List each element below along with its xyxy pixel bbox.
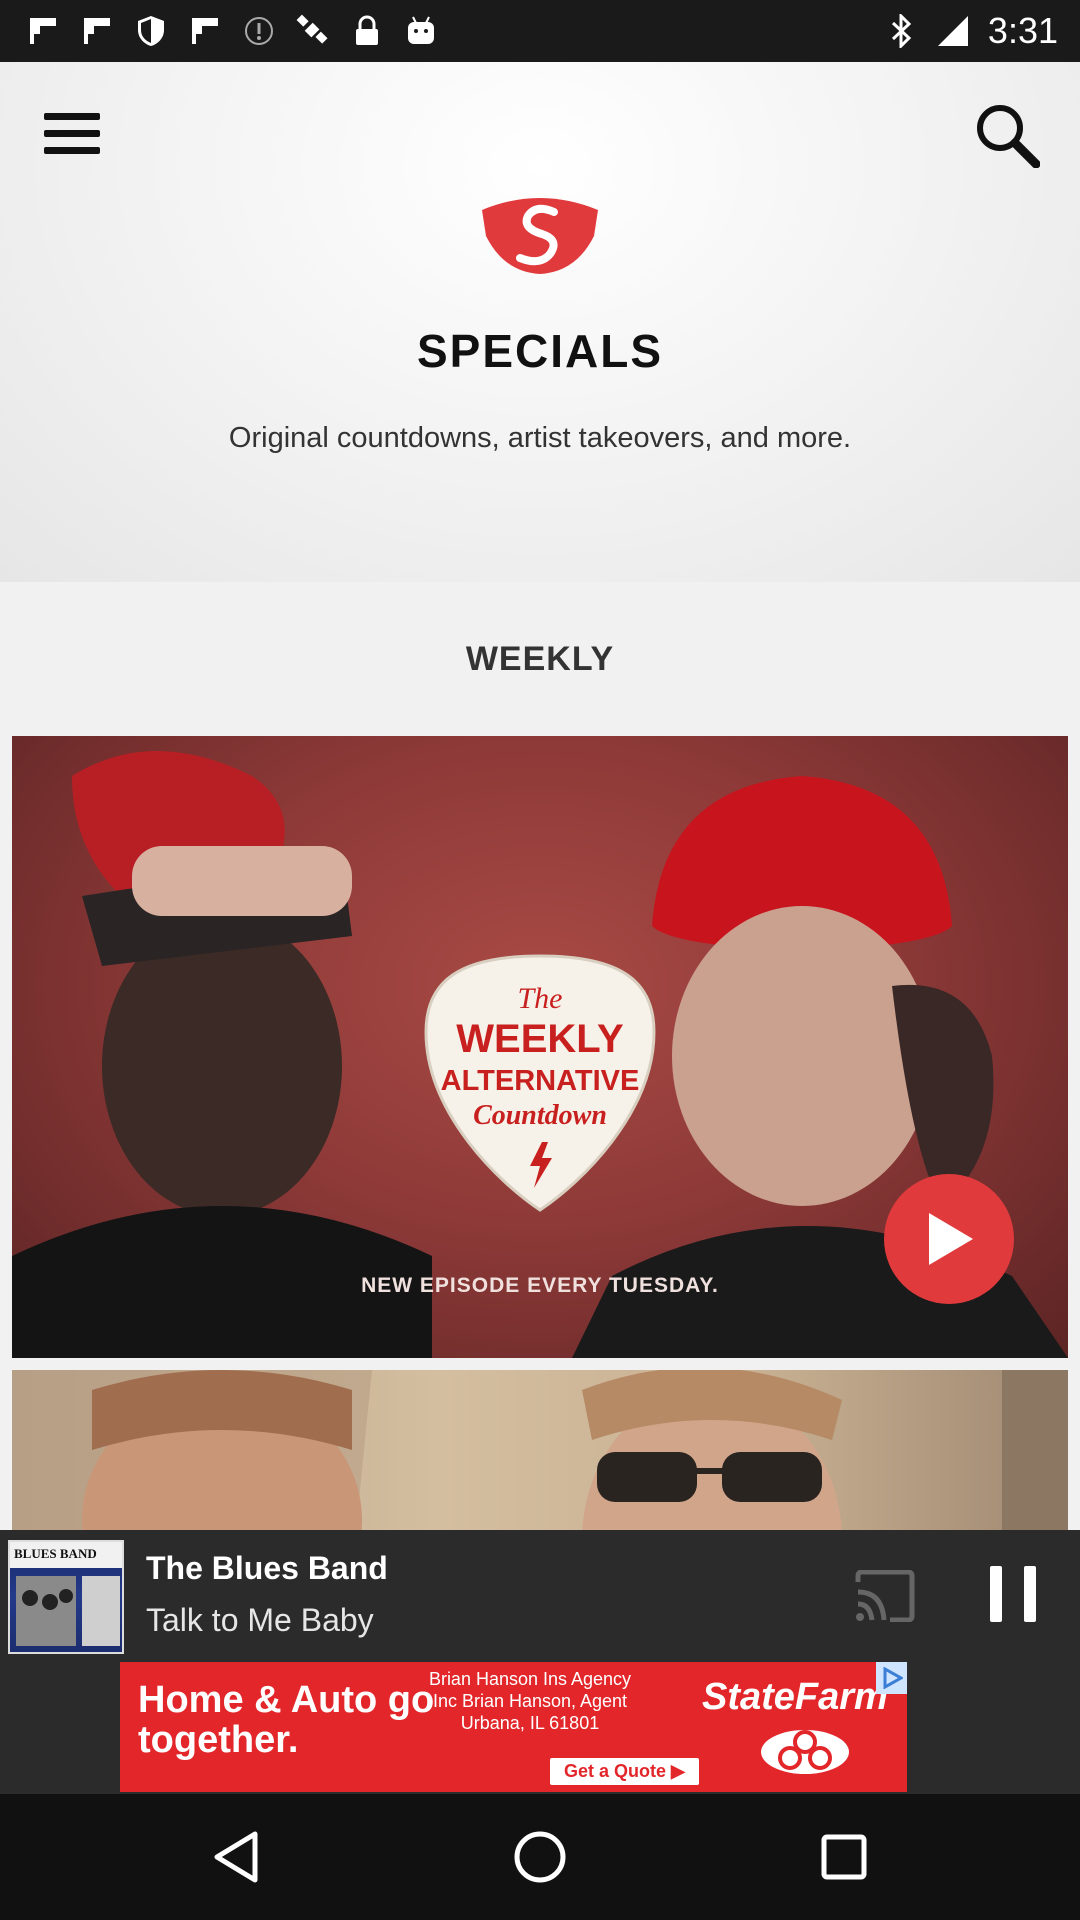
pause-icon <box>1024 1566 1036 1622</box>
logo-line-4: Countdown <box>473 1100 607 1131</box>
recents-icon <box>821 1834 867 1880</box>
hero-background <box>0 62 1080 582</box>
card-artwork <box>12 1370 1068 1530</box>
ad-cta-button[interactable]: Get a Quote ▶ <box>550 1758 699 1785</box>
status-time: 3:31 <box>987 10 1058 51</box>
ad-choices-button[interactable] <box>876 1662 907 1694</box>
pause-icon <box>990 1566 1002 1622</box>
cast-button[interactable] <box>854 1569 916 1623</box>
play-button[interactable] <box>884 1174 1014 1304</box>
menu-button[interactable] <box>40 102 104 166</box>
album-art[interactable]: BLUES BAND <box>8 1540 124 1654</box>
pause-button[interactable] <box>990 1566 1036 1626</box>
statefarm-logo-icon <box>761 1730 849 1774</box>
system-nav-bar <box>0 1794 1080 1920</box>
lock-icon <box>350 14 384 48</box>
signal-icon <box>936 14 970 48</box>
info-icon <box>242 14 276 48</box>
back-icon <box>214 1831 258 1883</box>
satellite-icon <box>296 14 330 48</box>
album-label: BLUES BAND <box>10 1542 122 1568</box>
specials-screen: SPECIALS Original countdowns, artist tak… <box>0 62 1080 1530</box>
search-icon <box>977 105 1040 168</box>
cast-icon <box>855 1569 915 1623</box>
recents-button[interactable] <box>814 1827 874 1887</box>
section-title-weekly: WEEKLY <box>465 640 615 678</box>
flipboard-icon <box>26 14 60 48</box>
artist-takeover-card[interactable] <box>12 1370 1068 1530</box>
ad-brand: StateFarm <box>702 1676 888 1718</box>
ad-headline: Home & Auto go together. <box>138 1679 435 1761</box>
logo-line-1: The <box>518 982 563 1015</box>
play-icon <box>929 1213 973 1265</box>
back-button[interactable] <box>206 1827 266 1887</box>
ad-area: Home & Auto go together. Brian Hanson In… <box>0 1662 1080 1794</box>
menu-icon <box>44 113 100 154</box>
specials-logo <box>476 192 604 276</box>
weekly-countdown-logo: The WEEKLY ALTERNATIVE Countdown <box>422 952 658 1214</box>
status-bar: 3:31 <box>0 0 1080 62</box>
android-icon <box>404 14 438 48</box>
flipboard-icon <box>188 14 222 48</box>
ad-agency: Brian Hanson Ins Agency Inc Brian Hanson… <box>428 1669 632 1733</box>
track-artist: The Blues Band <box>146 1550 388 1586</box>
search-button[interactable] <box>972 100 1042 170</box>
home-button[interactable] <box>510 1827 570 1887</box>
home-icon <box>514 1831 566 1883</box>
ad-banner[interactable]: Home & Auto go together. Brian Hanson In… <box>120 1662 907 1792</box>
mini-player[interactable]: BLUES BAND The Blues Band Talk to Me Bab… <box>0 1530 1080 1662</box>
logo-line-3: ALTERNATIVE <box>441 1065 640 1097</box>
page-title: SPECIALS <box>416 325 664 377</box>
adchoices-icon <box>883 1667 903 1689</box>
track-title: Talk to Me Baby <box>146 1602 374 1638</box>
notification-icons <box>26 10 438 52</box>
page-subtitle: Original countdowns, artist takeovers, a… <box>228 422 852 454</box>
logo-line-2: WEEKLY <box>456 1017 624 1061</box>
flipboard-icon <box>80 14 114 48</box>
bluetooth-icon <box>884 14 918 48</box>
shield-icon <box>134 14 168 48</box>
